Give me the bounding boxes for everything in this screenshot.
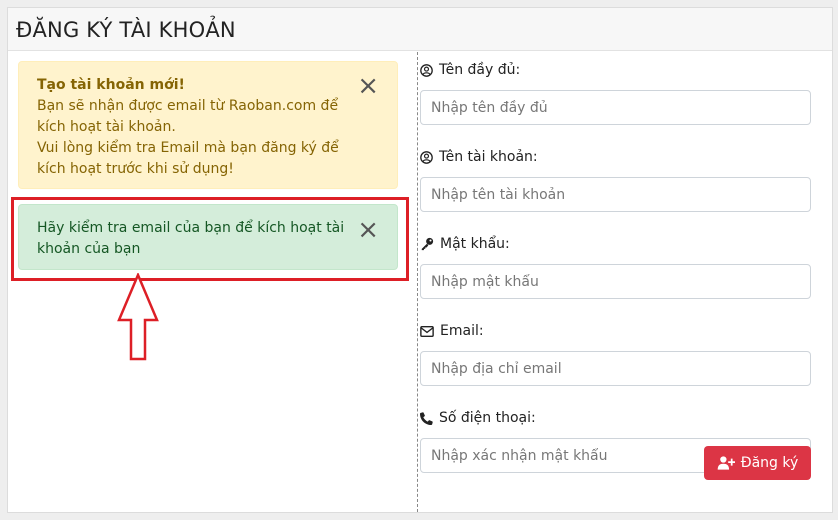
column-divider bbox=[417, 52, 418, 512]
email-input[interactable] bbox=[420, 351, 811, 386]
phone-icon bbox=[420, 411, 433, 425]
warning-alert: Tạo tài khoản mới! Bạn sẽ nhận được emai… bbox=[18, 61, 398, 189]
username-input[interactable] bbox=[420, 177, 811, 212]
register-form: Tên đầy đủ: Tên tài khoản: Mật khẩu: Ema… bbox=[420, 60, 811, 495]
warning-alert-line1: Bạn sẽ nhận được email từ Raoban.com để … bbox=[37, 98, 339, 135]
register-button[interactable]: Đăng ký bbox=[704, 446, 811, 480]
register-button-label: Đăng ký bbox=[740, 455, 799, 471]
key-icon bbox=[421, 237, 434, 251]
user-circle-icon bbox=[420, 150, 433, 164]
warning-alert-line2: Vui lòng kiểm tra Email mà bạn đăng ký đ… bbox=[37, 140, 339, 177]
fullname-label: Tên đầy đủ: bbox=[420, 60, 811, 80]
email-label-text: Email: bbox=[440, 323, 484, 339]
page-title: ĐĂNG KÝ TÀI KHOẢN bbox=[16, 18, 236, 42]
highlight-box bbox=[11, 197, 409, 281]
password-input[interactable] bbox=[420, 264, 811, 299]
close-icon[interactable]: × bbox=[357, 73, 379, 99]
fullname-input[interactable] bbox=[420, 90, 811, 125]
phone-label: Số điện thoại: bbox=[420, 408, 811, 428]
user-plus-icon bbox=[717, 456, 735, 470]
phone-label-text: Số điện thoại: bbox=[439, 410, 536, 426]
user-circle-icon bbox=[420, 63, 433, 77]
warning-alert-title: Tạo tài khoản mới! bbox=[37, 77, 185, 93]
email-label: Email: bbox=[420, 321, 811, 341]
fullname-label-text: Tên đầy đủ: bbox=[439, 62, 521, 78]
password-label-text: Mật khẩu: bbox=[440, 236, 510, 252]
username-label: Tên tài khoản: bbox=[420, 147, 811, 167]
card-header: ĐĂNG KÝ TÀI KHOẢN bbox=[8, 8, 832, 51]
password-label: Mật khẩu: bbox=[420, 234, 811, 254]
username-label-text: Tên tài khoản: bbox=[439, 149, 538, 165]
envelope-icon bbox=[420, 325, 434, 337]
up-arrow-annotation bbox=[117, 273, 159, 361]
